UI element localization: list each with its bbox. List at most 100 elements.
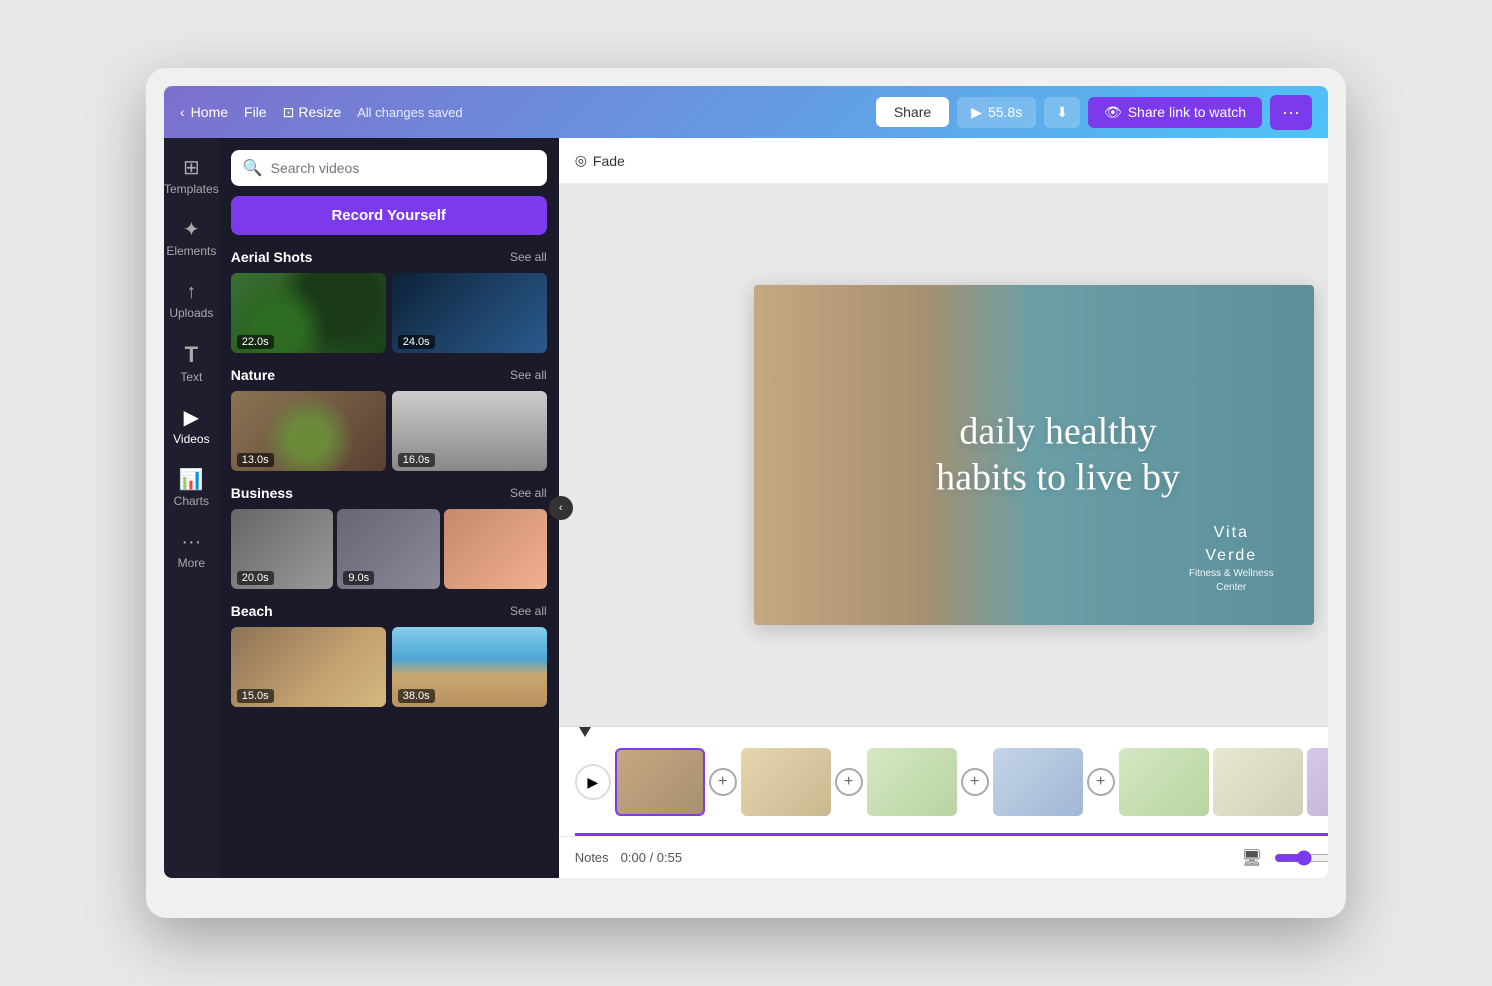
timeline-clip-4[interactable] (993, 748, 1083, 816)
business-see-all[interactable]: See all (510, 486, 547, 500)
charts-icon: 📊 (179, 470, 204, 490)
sidebar-item-label: Elements (166, 244, 216, 258)
add-clip-4[interactable]: + (1087, 768, 1115, 796)
timeline-clip-3[interactable] (867, 748, 957, 816)
presenter-view-button[interactable]: 🖥 (1242, 848, 1262, 868)
resize-label: Resize (298, 104, 341, 120)
business-video-1[interactable]: 20.0s (231, 509, 334, 589)
sidebar-item-label: Charts (174, 494, 209, 508)
timeline-track: ▶ + + + + + (559, 731, 1328, 833)
timeline-play-button[interactable]: ▶ (575, 764, 611, 800)
brand-tagline1: Fitness & Wellness (1189, 567, 1274, 581)
main-layout: ⊞ Templates ✦ Elements ↑ Uploads T Text … (164, 138, 1328, 878)
notes-button[interactable]: Notes (575, 850, 609, 865)
aerial-title: Aerial Shots (231, 249, 313, 265)
sidebar-item-label: Videos (173, 432, 209, 446)
sidebar-item-templates[interactable]: ⊞ Templates (164, 148, 219, 206)
eye-icon: 👁 (1104, 104, 1122, 121)
share-button[interactable]: Share (876, 97, 949, 127)
aerial-video-2-duration: 24.0s (398, 335, 435, 349)
zoom-slider[interactable] (1274, 850, 1328, 866)
slide-text-overlay: daily healthy habits to live by (936, 409, 1180, 500)
home-button[interactable]: ‹ Home (180, 104, 228, 120)
laptop-screen: ‹ Home File ⊡ Resize All changes saved S… (164, 86, 1328, 878)
video-panel: 🔍 Record Yourself Aerial Shots See all 2… (219, 138, 559, 878)
timeline-clip-6[interactable] (1213, 748, 1303, 816)
timeline: ▶ + + + + + (559, 726, 1328, 836)
more-icon: ··· (181, 532, 201, 552)
business-video-2[interactable]: 9.0s (337, 509, 440, 589)
record-button[interactable]: Record Yourself (231, 196, 547, 235)
search-icon: 🔍 (243, 158, 263, 178)
fade-transition-button[interactable]: ◎ Fade (575, 152, 625, 169)
canvas-area: ◎ Fade + ⧉ 🗑 daily healthy (559, 138, 1328, 878)
share-watch-button[interactable]: 👁 Share link to watch (1088, 97, 1262, 128)
timeline-marker (579, 727, 591, 737)
search-input[interactable] (271, 160, 535, 176)
timeline-clip-2[interactable] (741, 748, 831, 816)
topbar: ‹ Home File ⊡ Resize All changes saved S… (164, 86, 1328, 138)
slide-main-title: daily healthy habits to live by (936, 409, 1180, 500)
nature-video-2[interactable]: 16.0s (392, 391, 547, 471)
resize-button[interactable]: ⊡ Resize (283, 104, 342, 121)
beach-video-1-duration: 15.0s (237, 689, 274, 703)
panel-collapse-button[interactable]: ‹ (549, 496, 573, 520)
beach-video-2[interactable]: 38.0s (392, 627, 547, 707)
slide-brand: Vita Verde Fitness & Wellness Center (1189, 522, 1274, 595)
slide-title-line2: habits to live by (936, 456, 1180, 498)
business-video-3[interactable] (444, 509, 547, 589)
aerial-video-1-duration: 22.0s (237, 335, 274, 349)
sidebar-item-label: Uploads (169, 306, 213, 320)
sidebar-item-label: More (178, 556, 205, 570)
beach-video-1[interactable]: 15.0s (231, 627, 386, 707)
nature-video-1-duration: 13.0s (237, 453, 274, 467)
canvas-main[interactable]: daily healthy habits to live by Vita Ver… (559, 184, 1328, 726)
play-preview-button[interactable]: ▶ 55.8s (957, 97, 1036, 128)
beach-grid: 15.0s 38.0s (231, 627, 547, 707)
business-video-1-duration: 20.0s (237, 571, 274, 585)
home-label: Home (191, 104, 228, 120)
sidebar-item-more[interactable]: ··· More (164, 522, 219, 580)
sidebar-item-label: Templates (164, 182, 219, 196)
laptop-shell: ‹ Home File ⊡ Resize All changes saved S… (146, 68, 1346, 918)
timeline-clip-7[interactable] (1307, 748, 1328, 816)
more-options-button[interactable]: ··· (1270, 95, 1312, 130)
beach-see-all[interactable]: See all (510, 604, 547, 618)
sidebar-item-elements[interactable]: ✦ Elements (164, 210, 219, 268)
beach-section-header: Beach See all (231, 603, 547, 619)
nature-video-1[interactable]: 13.0s (231, 391, 386, 471)
slide-preview[interactable]: daily healthy habits to live by Vita Ver… (754, 285, 1314, 625)
nature-see-all[interactable]: See all (510, 368, 547, 382)
sidebar-item-uploads[interactable]: ↑ Uploads (164, 272, 219, 330)
sidebar-item-text[interactable]: T Text (164, 334, 219, 394)
sidebar: ⊞ Templates ✦ Elements ↑ Uploads T Text … (164, 138, 219, 878)
monitor-icon: 🖥 (1242, 850, 1262, 867)
timeline-clip-1[interactable] (615, 748, 705, 816)
sidebar-item-charts[interactable]: 📊 Charts (164, 460, 219, 518)
aerial-see-all[interactable]: See all (510, 250, 547, 264)
search-bar: 🔍 (231, 150, 547, 186)
brand-name-line1: Vita (1189, 522, 1274, 544)
add-clip-2[interactable]: + (835, 768, 863, 796)
timeline-clip-5[interactable] (1119, 748, 1209, 816)
share-watch-label: Share link to watch (1128, 104, 1246, 120)
status-bar: Notes 0:00 / 0:55 🖥 34% ⊞ 9 ⛶ (559, 836, 1328, 878)
aerial-video-2[interactable]: 24.0s (392, 273, 547, 353)
download-button[interactable]: ⬇ (1044, 97, 1080, 128)
add-clip-3[interactable]: + (961, 768, 989, 796)
aerial-video-1[interactable]: 22.0s (231, 273, 386, 353)
file-menu[interactable]: File (236, 104, 275, 120)
nature-video-2-duration: 16.0s (398, 453, 435, 467)
aerial-section-header: Aerial Shots See all (231, 249, 547, 265)
sidebar-item-videos[interactable]: ▶ Videos (164, 398, 219, 456)
back-icon: ‹ (180, 104, 185, 120)
brand-tagline2: Center (1189, 581, 1274, 595)
videos-icon: ▶ (184, 408, 199, 428)
business-title: Business (231, 485, 293, 501)
add-clip-1[interactable]: + (709, 768, 737, 796)
aerial-grid: 22.0s 24.0s (231, 273, 547, 353)
fade-label: Fade (593, 153, 625, 169)
brand-name-line2: Verde (1189, 545, 1274, 567)
video-panel-wrapper: 🔍 Record Yourself Aerial Shots See all 2… (219, 138, 559, 878)
text-icon: T (185, 344, 198, 366)
